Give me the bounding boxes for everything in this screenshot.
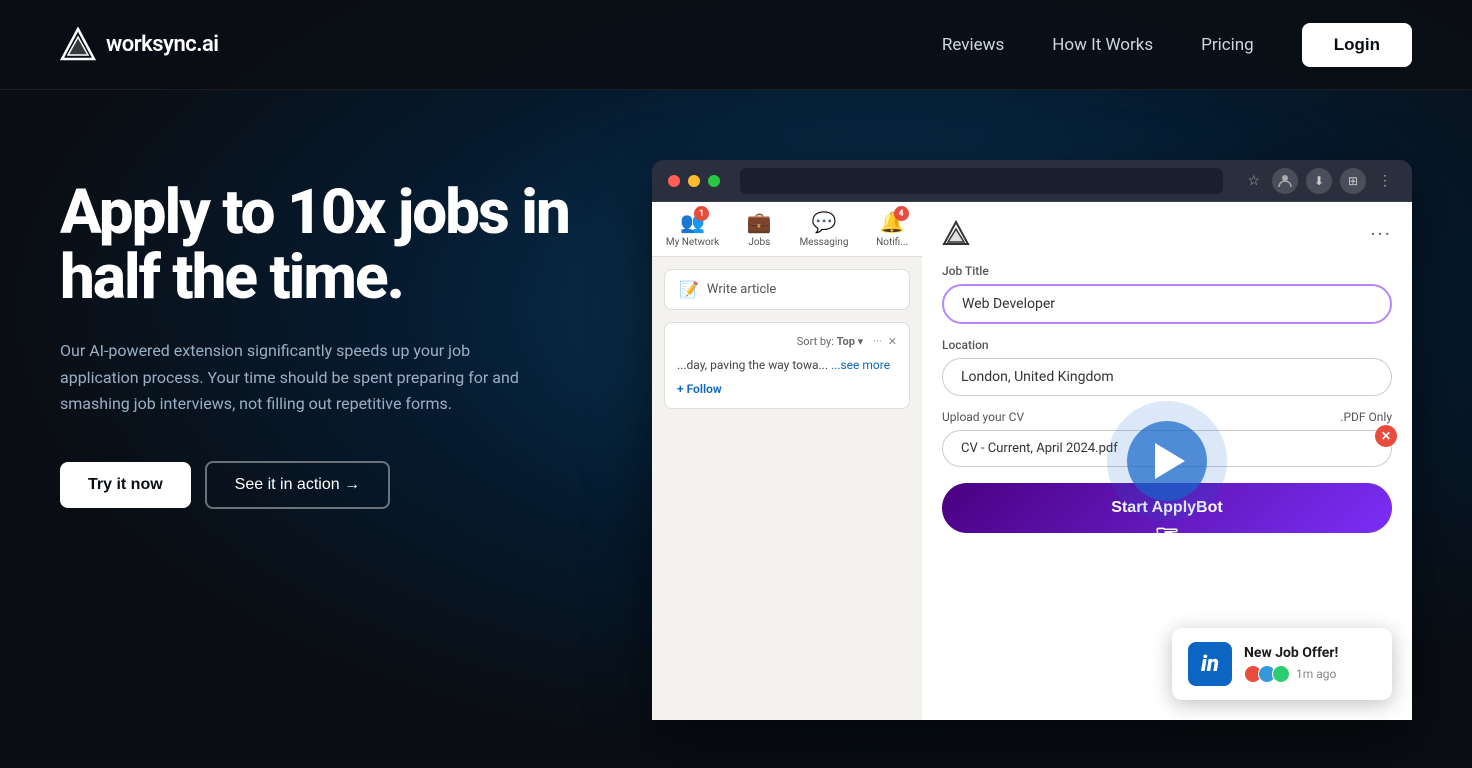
follow-button[interactable]: + Follow [677,382,897,396]
notification-content: New Job Offer! 1m ago [1244,645,1338,683]
browser-url-bar[interactable] [740,168,1223,194]
job-title-value: Web Developer [962,296,1055,312]
post-menu-dots[interactable]: ··· [873,335,882,348]
network-badge: 1 [694,206,709,221]
try-it-now-button[interactable]: Try it now [60,462,191,508]
profile-icon [1272,168,1298,194]
linkedin-nav-jobs: 💼 Jobs [747,210,772,248]
hero-description: Our AI-powered extension significantly s… [60,338,540,417]
notification-meta: 1m ago [1244,665,1338,683]
cv-remove-button[interactable]: ✕ [1375,425,1397,447]
post-text: ...day, paving the way towa... ...see mo… [677,356,897,374]
location-input[interactable]: London, United Kingdom [942,358,1392,396]
extensions-icon: ⊞ [1340,168,1366,194]
notification-title: New Job Offer! [1244,645,1338,661]
video-play-button[interactable] [1127,421,1207,501]
hero-right: ☆ ⬇ ⊞ ⋮ 👥 1 [600,150,1412,720]
play-arrow-icon [1155,443,1185,479]
upload-label: Upload your CV [942,410,1024,424]
nav-how-it-works[interactable]: How It Works [1052,35,1153,55]
hero-section: Apply to 10x jobs in half the time. Our … [0,90,1472,768]
cv-filename: CV - Current, April 2024.pdf [961,441,1118,456]
avatar-3 [1272,665,1290,683]
write-article-button[interactable]: 📝 Write article [664,269,910,310]
see-more-link[interactable]: ...see more [831,358,890,372]
linkedin-body: 📝 Write article Sort by: Top ▾ ··· ✕ ...… [652,257,922,421]
browser-mockup: ☆ ⬇ ⊞ ⋮ 👥 1 [652,160,1412,720]
linkedin-notification-icon: in [1188,642,1232,686]
job-title-input[interactable]: Web Developer [942,284,1392,324]
location-value: London, United Kingdom [961,369,1114,385]
notifications-badge: 4 [894,206,909,221]
extension-logo-icon [942,220,970,248]
post-content: ...day, paving the way towa... [677,358,828,372]
login-button[interactable]: Login [1302,23,1412,67]
sort-bar: Sort by: Top ▾ ··· ✕ [677,335,897,348]
download-icon: ⬇ [1306,168,1332,194]
location-label: Location [942,338,1392,352]
notification-avatars [1244,665,1290,683]
more-options-icon: ⋮ [1374,173,1396,189]
jobs-label: Jobs [748,237,770,248]
hero-buttons: Try it now See it in action → [60,461,600,509]
sort-label: Sort by: Top ▾ [797,335,863,348]
linkedin-nav-network: 👥 1 My Network [666,210,719,248]
browser-dot-green [708,175,720,187]
nav-pricing[interactable]: Pricing [1201,35,1254,55]
hero-heading-line2: half the time. [60,241,403,314]
post-close-icon[interactable]: ✕ [888,335,897,348]
see-it-in-action-button[interactable]: See it in action → [205,461,390,509]
hero-left: Apply to 10x jobs in half the time. Our … [60,150,600,509]
notification-time: 1m ago [1296,667,1336,681]
logo-icon [60,27,96,63]
messaging-label: Messaging [799,237,848,248]
extension-header: ··· [942,220,1392,248]
pdf-only-note: .PDF Only [1340,410,1392,424]
write-article-label: Write article [707,282,776,297]
star-icon: ☆ [1243,173,1264,189]
browser-topbar: ☆ ⬇ ⊞ ⋮ [652,160,1412,202]
browser-dot-red [668,175,680,187]
main-nav: Reviews How It Works Pricing Login [942,23,1412,67]
linkedin-nav-messaging: 💬 Messaging [799,210,848,248]
post-card: Sort by: Top ▾ ··· ✕ ...day, paving the … [664,322,910,409]
notifications-label: Notifi... [876,237,908,248]
hero-heading-line1: Apply to 10x jobs in [60,176,569,249]
network-label: My Network [666,237,719,248]
cursor-hand-icon: ☞ [1154,518,1179,551]
header: worksync.ai Reviews How It Works Pricing… [0,0,1472,90]
logo-text: worksync.ai [106,32,219,57]
start-applybot-label: Start ApplyBot [1111,499,1222,516]
hero-heading: Apply to 10x jobs in half the time. [60,180,600,310]
browser-dot-yellow [688,175,700,187]
logo-area: worksync.ai [60,27,219,63]
linkedin-nav-notifications: 🔔 4 Notifi... [876,210,908,248]
job-title-label: Job Title [942,264,1392,278]
linkedin-panel: 👥 1 My Network 💼 Jobs 💬 Messaging [652,202,922,720]
notification-popup: in New Job Offer! 1m ago [1172,628,1392,700]
write-icon: 📝 [679,280,699,299]
linkedin-nav: 👥 1 My Network 💼 Jobs 💬 Messaging [652,202,922,257]
extension-menu-dots[interactable]: ··· [1370,222,1392,246]
nav-reviews[interactable]: Reviews [942,35,1004,55]
linkedin-in-text: in [1201,652,1219,677]
extension-logo [942,220,970,248]
